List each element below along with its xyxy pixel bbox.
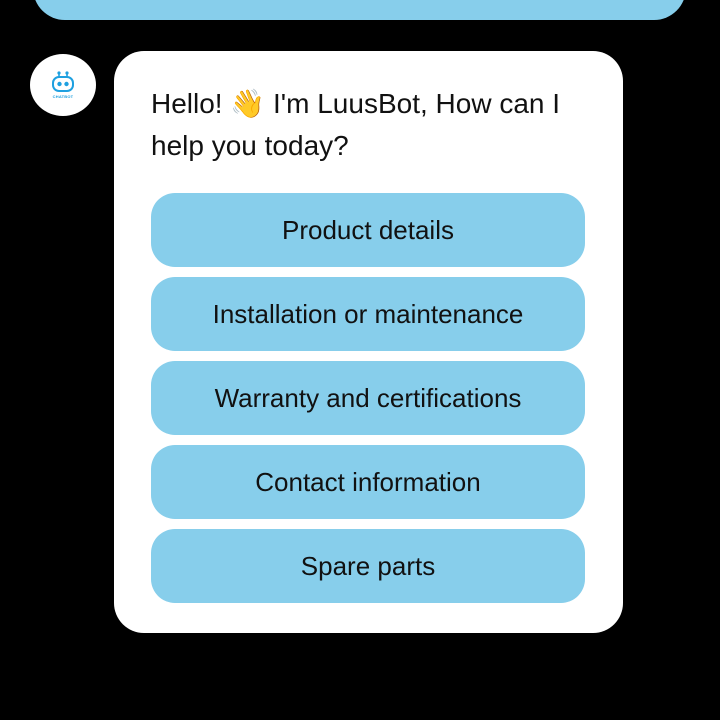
- option-spare-parts[interactable]: Spare parts: [151, 529, 585, 603]
- previous-message-bubble: [33, 0, 686, 20]
- quick-reply-options: Product details Installation or maintena…: [151, 193, 585, 603]
- avatar-label: CHATBOT: [52, 94, 74, 99]
- option-installation-maintenance[interactable]: Installation or maintenance: [151, 277, 585, 351]
- greeting-text: Hello! 👋 I'm LuusBot, How can I help you…: [151, 88, 561, 161]
- bot-avatar: CHATBOT: [30, 54, 96, 116]
- bot-message-bubble: Hello! 👋 I'm LuusBot, How can I help you…: [114, 51, 623, 633]
- robot-icon: [52, 71, 74, 92]
- option-warranty-certifications[interactable]: Warranty and certifications: [151, 361, 585, 435]
- option-contact-information[interactable]: Contact information: [151, 445, 585, 519]
- option-product-details[interactable]: Product details: [151, 193, 585, 267]
- chat-screen: CHATBOT Hello! 👋 I'm LuusBot, How can I …: [0, 0, 720, 720]
